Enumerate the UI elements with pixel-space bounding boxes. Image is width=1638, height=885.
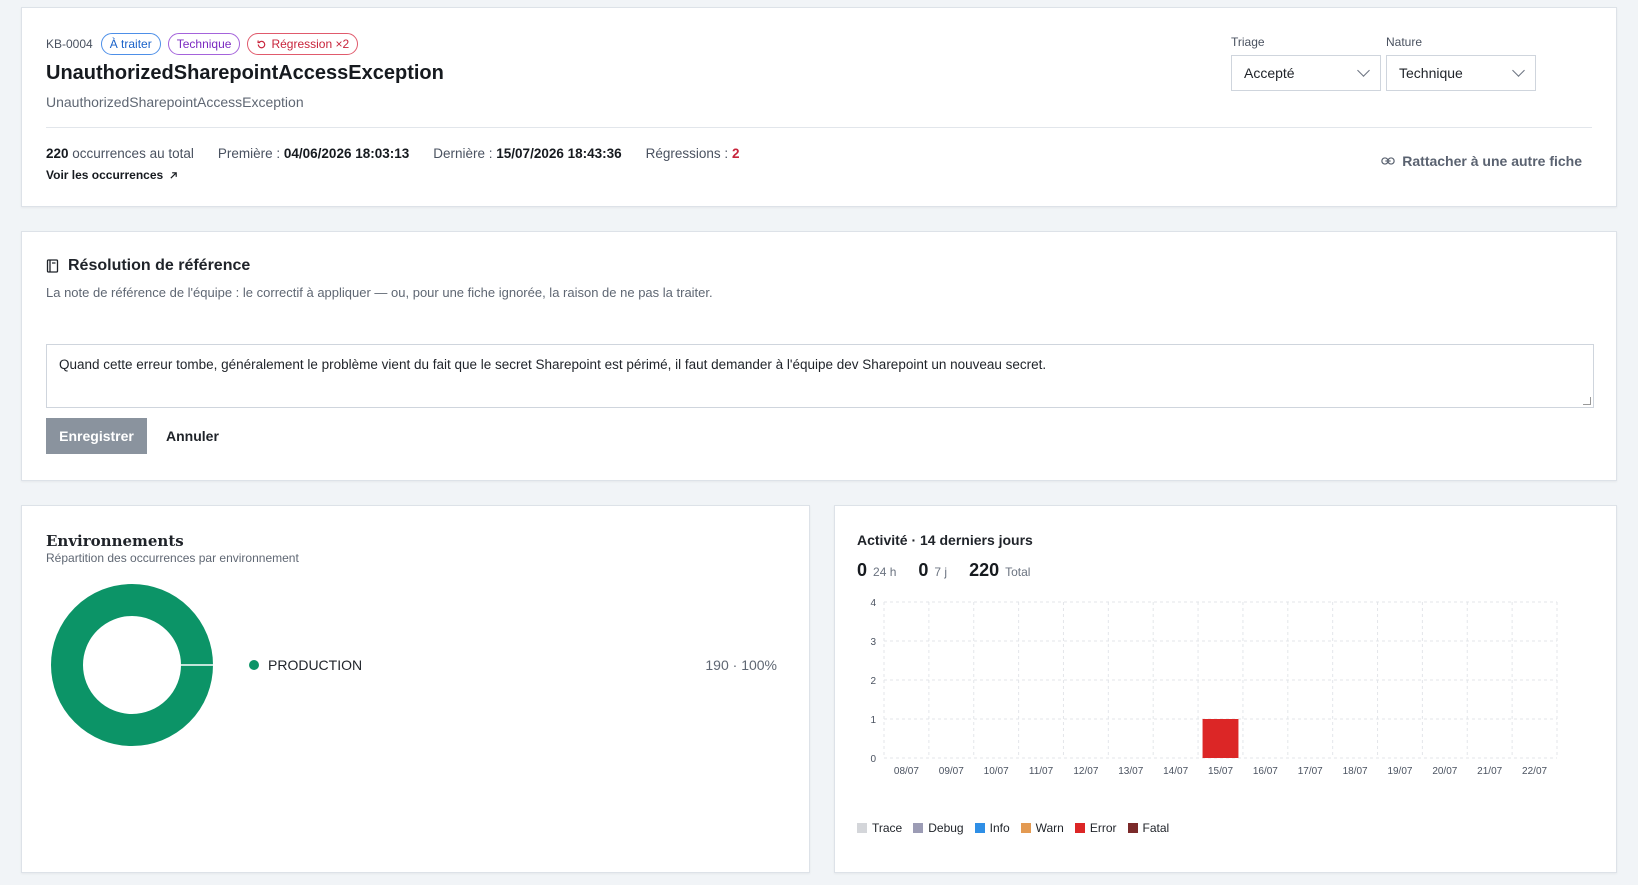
y-tick-label: 0	[870, 754, 876, 765]
x-tick-label: 18/07	[1343, 766, 1368, 777]
legend-label: Warn	[1035, 821, 1064, 835]
save-button[interactable]: Enregistrer	[46, 418, 147, 454]
regression-badge-label: Régression ×2	[271, 37, 350, 51]
regression-badge[interactable]: Régression ×2	[247, 33, 359, 55]
refresh-icon	[257, 39, 266, 48]
legend-swatch	[1127, 823, 1138, 833]
environments-card: Environnements Répartition des occurrenc…	[21, 505, 810, 873]
first-occurrence: Première : 04/06/2026 18:03:13	[217, 146, 410, 161]
x-tick-label: 22/07	[1522, 766, 1547, 777]
legend-label: Error	[1089, 821, 1117, 835]
chart-legend: Trace Debug Info Warn Error Fatal	[857, 821, 1169, 835]
environment-legend-item: PRODUCTION 190 · 100%	[249, 657, 777, 673]
x-tick-label: 12/07	[1073, 766, 1098, 777]
legend-label: Info	[989, 821, 1010, 835]
nature-label: Nature	[1386, 35, 1423, 49]
x-tick-label: 15/07	[1208, 766, 1233, 777]
triage-field: Triage Accepté	[1231, 35, 1381, 91]
legend-swatch	[857, 823, 867, 833]
resize-handle[interactable]	[1583, 397, 1591, 405]
environments-title: Environnements	[46, 532, 184, 550]
x-tick-label: 14/07	[1163, 766, 1188, 777]
kb-id: KB-0004	[46, 37, 93, 51]
environment-color-dot	[249, 660, 259, 670]
link-icon	[1381, 157, 1396, 165]
triage-select[interactable]: Accepté	[1231, 55, 1381, 91]
x-tick-label: 09/07	[939, 766, 964, 777]
donut-slice-production[interactable]	[51, 584, 213, 746]
resolution-card: Résolution de référence La note de référ…	[21, 231, 1617, 481]
x-tick-label: 21/07	[1477, 766, 1502, 777]
y-tick-label: 3	[870, 637, 876, 648]
nature-select[interactable]: Technique	[1386, 55, 1536, 91]
legend-swatch	[974, 823, 985, 833]
triage-value: Accepté	[1244, 65, 1295, 81]
nature-badge-label: Technique	[176, 37, 232, 51]
y-tick-label: 1	[870, 715, 876, 726]
cancel-button[interactable]: Annuler	[166, 418, 219, 454]
activity-card: Activité · 14 derniers jours 0 24 h 07 j …	[834, 505, 1617, 873]
resolution-description: La note de référence de l'équipe : le co…	[46, 285, 713, 300]
y-tick-label: 2	[870, 676, 876, 687]
chevron-down-icon	[1512, 64, 1525, 77]
legend-label: Trace	[872, 821, 903, 835]
legend-label: Fatal	[1142, 821, 1170, 835]
resolution-note-textarea[interactable]: Quand cette erreur tombe, généralement l…	[46, 344, 1594, 408]
legend-swatch	[1020, 823, 1031, 833]
x-tick-label: 20/07	[1432, 766, 1457, 777]
external-arrow-icon	[170, 171, 177, 179]
chevron-down-icon	[1357, 64, 1370, 77]
regressions-count: Régressions : 2	[645, 146, 740, 161]
book-icon	[46, 259, 59, 273]
tag-row: KB-0004 À traiter Technique Régression ×…	[46, 33, 359, 55]
legend-item-debug[interactable]: Debug	[913, 821, 964, 835]
occurrence-stats: 220 occurrences au total Première : 04/0…	[46, 146, 739, 161]
legend-item-warn[interactable]: Warn	[1020, 821, 1064, 835]
bar-error[interactable]	[1202, 719, 1239, 758]
issue-header-card: KB-0004 À traiter Technique Régression ×…	[21, 7, 1617, 207]
legend-swatch	[913, 823, 924, 833]
status-badge[interactable]: À traiter	[100, 33, 161, 55]
x-tick-label: 16/07	[1253, 766, 1278, 777]
environment-donut-chart	[51, 584, 213, 746]
x-tick-label: 17/07	[1298, 766, 1323, 777]
legend-label: Debug	[928, 821, 964, 835]
y-tick-label: 4	[870, 598, 876, 609]
total-occurrences: 220 occurrences au total	[46, 146, 194, 161]
environments-subtitle: Répartition des occurrences par environn…	[46, 551, 299, 565]
view-occurrences-label: Voir les occurrences	[46, 168, 164, 182]
page-subtitle: UnauthorizedSharepointAccessException	[46, 94, 304, 110]
x-tick-label: 08/07	[894, 766, 919, 777]
environment-name: PRODUCTION	[268, 657, 363, 673]
header-divider	[46, 127, 1592, 128]
page-title: UnauthorizedSharepointAccessException	[46, 62, 444, 84]
resolution-heading: Résolution de référence	[46, 257, 250, 275]
legend-item-error[interactable]: Error	[1074, 821, 1117, 835]
last-occurrence: Dernière : 15/07/2026 18:43:36	[433, 146, 622, 161]
legend-item-info[interactable]: Info	[974, 821, 1010, 835]
attach-to-other-label: Rattacher à une autre fiche	[1402, 153, 1582, 169]
x-tick-label: 19/07	[1387, 766, 1412, 777]
nature-badge[interactable]: Technique	[167, 33, 241, 55]
triage-label: Triage	[1231, 35, 1265, 49]
activity-bar-chart: 0 1 2 3 4 08/07 09/07 10/07 11/07 12/07 13/07 14/07…	[870, 598, 1558, 777]
resolution-title: Résolution de référence	[68, 257, 251, 274]
resolution-note-text: Quand cette erreur tombe, généralement l…	[59, 357, 1047, 372]
legend-swatch	[1074, 823, 1085, 833]
legend-item-trace[interactable]: Trace	[857, 821, 902, 835]
nature-field: Nature Technique	[1386, 35, 1536, 91]
view-occurrences-link[interactable]: Voir les occurrences	[46, 168, 178, 182]
nature-value: Technique	[1399, 65, 1463, 81]
status-badge-label: À traiter	[109, 37, 152, 51]
x-tick-label: 13/07	[1118, 766, 1143, 777]
legend-item-fatal[interactable]: Fatal	[1127, 821, 1170, 835]
x-tick-label: 11/07	[1029, 766, 1054, 777]
environment-value: 190 · 100%	[705, 657, 777, 673]
attach-to-other-link[interactable]: Rattacher à une autre fiche	[1381, 153, 1582, 169]
x-tick-label: 10/07	[984, 766, 1009, 777]
